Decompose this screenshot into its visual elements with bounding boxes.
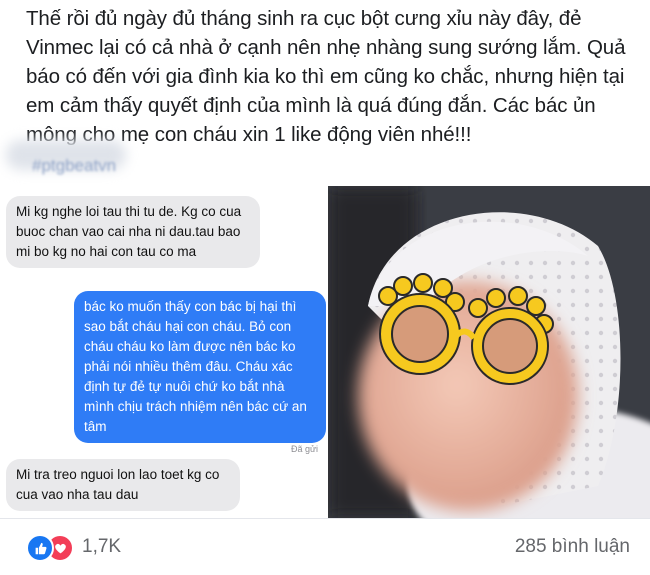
comment-count[interactable]: 285 bình luận [515,536,630,558]
hashtag-row: #ptgbeatvn [0,134,650,186]
post-media[interactable]: Mi kg nghe loi tau thi tu de. Kg co cua … [0,186,650,518]
message-incoming-1: Mi kg nghe loi tau thi tu de. Kg co cua … [6,196,260,268]
baby-photo-illustration [328,186,650,518]
baby-photo [328,186,650,518]
delivered-status: Đã gửi [290,444,318,454]
post-text: Thế rồi đủ ngày đủ tháng sinh ra cục bột… [26,7,626,146]
reaction-icons[interactable] [26,534,76,562]
like-icon [26,534,54,562]
reaction-count[interactable]: 1,7K [82,536,121,558]
hashtag-link[interactable]: #ptgbeatvn [32,156,116,176]
message-outgoing: bác ko muốn thấy con bác bị hại thì sao … [74,291,326,443]
message-incoming-2: Mi tra treo nguoi lon lao toet kg co cua… [6,459,240,511]
chat-screenshot: Mi kg nghe loi tau thi tu de. Kg co cua … [0,186,328,518]
reaction-bar: 1,7K 285 bình luận [0,518,650,575]
